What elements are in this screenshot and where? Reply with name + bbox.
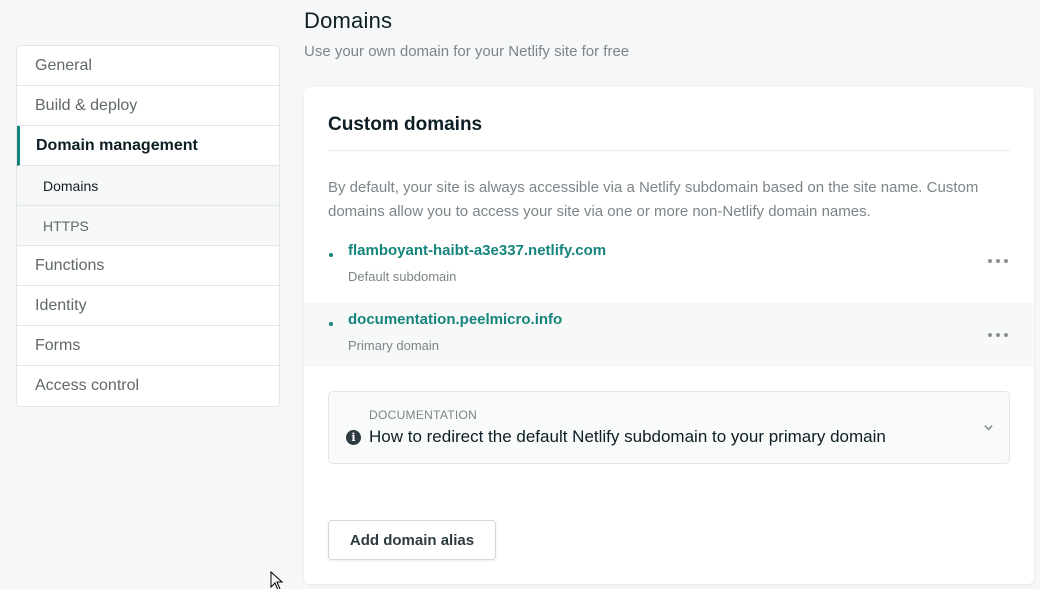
- card-title: Custom domains: [328, 114, 483, 135]
- chevron-down-icon: [984, 425, 993, 431]
- sidebar-item-build-deploy[interactable]: Build & deploy: [17, 86, 279, 126]
- more-options-icon[interactable]: [988, 256, 1008, 266]
- sidebar-item-domain-management[interactable]: Domain management: [17, 126, 279, 166]
- info-icon: i: [346, 430, 361, 445]
- domain-link[interactable]: documentation.peelmicro.info: [348, 311, 562, 328]
- documentation-expander[interactable]: DOCUMENTATION i How to redirect the defa…: [328, 391, 1010, 464]
- page-title: Domains: [304, 8, 393, 33]
- sidebar-item-access-control[interactable]: Access control: [17, 366, 279, 406]
- settings-sidebar: General Build & deploy Domain management…: [16, 45, 280, 407]
- domain-label: Primary domain: [348, 338, 440, 353]
- bullet-icon: [329, 322, 333, 326]
- add-domain-alias-button[interactable]: Add domain alias: [328, 520, 496, 560]
- more-options-icon[interactable]: [988, 330, 1008, 340]
- domain-link[interactable]: flamboyant-haibt-a3e337.netlify.com: [348, 242, 606, 259]
- documentation-kicker: DOCUMENTATION: [369, 408, 478, 422]
- sidebar-item-functions[interactable]: Functions: [17, 246, 279, 286]
- card-description: By default, your site is always accessib…: [328, 179, 979, 220]
- mouse-cursor-icon: [270, 571, 284, 589]
- documentation-title: How to redirect the default Netlify subd…: [369, 427, 886, 446]
- page-subtitle: Use your own domain for your Netlify sit…: [304, 43, 630, 60]
- domain-row: documentation.peelmicro.info Primary dom…: [304, 303, 1034, 367]
- custom-domains-card: Custom domains By default, your site is …: [304, 87, 1034, 584]
- sidebar-item-forms[interactable]: Forms: [17, 326, 279, 366]
- sidebar-subitem-domains[interactable]: Domains: [17, 166, 279, 206]
- bullet-icon: [329, 253, 333, 257]
- domain-row: flamboyant-haibt-a3e337.netlify.com Defa…: [304, 239, 1034, 303]
- sidebar-item-general[interactable]: General: [17, 46, 279, 86]
- card-divider: [328, 150, 1010, 151]
- sidebar-subitem-https[interactable]: HTTPS: [17, 206, 279, 246]
- sidebar-item-identity[interactable]: Identity: [17, 286, 279, 326]
- domain-label: Default subdomain: [348, 269, 457, 284]
